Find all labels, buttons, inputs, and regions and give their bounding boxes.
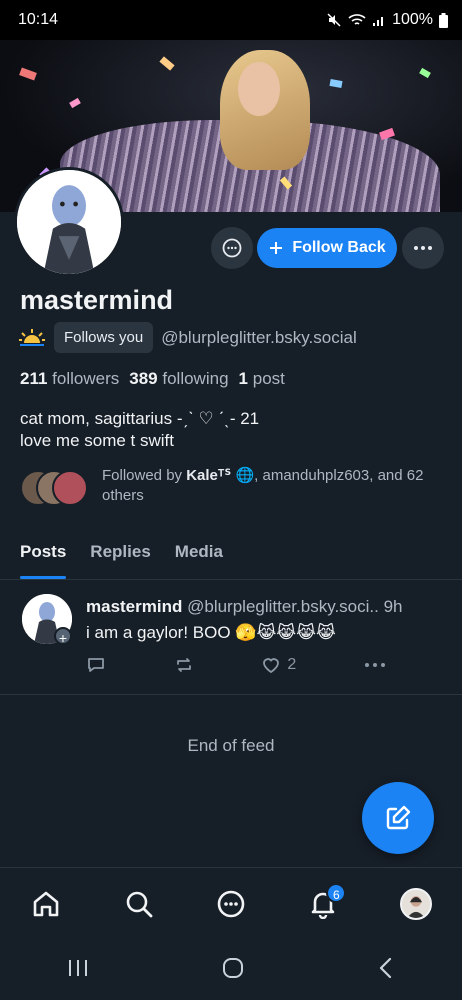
nav-search[interactable]: [114, 879, 164, 929]
chat-icon: [222, 238, 242, 258]
confetti: [329, 79, 343, 88]
more-icon: [414, 246, 432, 250]
follow-back-button[interactable]: Follow Back: [257, 228, 397, 268]
back-chevron-icon: [380, 957, 392, 978]
recents-button[interactable]: [67, 958, 89, 983]
message-button[interactable]: [211, 227, 253, 269]
search-icon: [126, 891, 152, 917]
sunrise-icon: [19, 328, 45, 346]
mute-icon: [327, 13, 341, 27]
like-count: 2: [287, 656, 297, 673]
feed-post[interactable]: + mastermind @blurpleglitter.bsky.soci..…: [0, 581, 462, 695]
banner-figure-face: [238, 62, 280, 116]
avatar-image: [17, 170, 121, 274]
post-more-button[interactable]: [364, 662, 386, 668]
heart-icon: [263, 658, 280, 674]
bio-line: cat mom, sagittarius -ˏˋ ♡ ˊˎ- 21: [20, 409, 260, 428]
reply-button[interactable]: [86, 655, 106, 675]
follows-you-badge: Follows you: [54, 322, 154, 353]
followed-by-avatars: [20, 466, 90, 506]
confetti: [159, 56, 175, 71]
android-nav-bar: [0, 940, 462, 1000]
followers-stat[interactable]: 211 followers: [20, 369, 119, 389]
post-text: i am a gaylor! BOO 🫣😹😹😹😹: [86, 623, 336, 642]
profile-bio: cat mom, sagittarius -ˏˋ ♡ ˊˎ- 21 love m…: [20, 408, 259, 452]
back-button[interactable]: [377, 957, 395, 984]
followed-by-text: Followed by Kaleᵀᔆ 🌐, amanduhplz603, and…: [102, 467, 424, 504]
confetti: [69, 97, 81, 109]
profile-handle: @blurpleglitter.bsky.social: [161, 327, 357, 347]
bio-line: love me some t swift: [20, 431, 174, 450]
post-actions: 2: [86, 655, 386, 675]
notification-badge: 6: [326, 882, 347, 903]
avatar: [399, 887, 432, 920]
follow-back-label: Follow Back: [292, 239, 386, 256]
end-of-feed: End of feed: [187, 736, 275, 755]
chat-icon: [217, 890, 245, 917]
avatar: [52, 470, 88, 506]
confetti: [419, 67, 431, 79]
post-time: 9h: [383, 597, 403, 616]
like-button[interactable]: 2: [261, 655, 296, 675]
battery-percent: 100%: [392, 11, 433, 28]
post-header: mastermind @blurpleglitter.bsky.soci.. 9…: [86, 597, 451, 617]
tab-posts[interactable]: Posts: [20, 530, 67, 579]
recents-icon: [68, 959, 87, 976]
post-handle[interactable]: @blurpleglitter.bsky.soci..: [187, 597, 379, 616]
reply-icon: [88, 658, 104, 672]
battery-icon: [439, 12, 448, 28]
home-icon: [33, 891, 59, 916]
tab-replies[interactable]: Replies: [90, 530, 150, 579]
post-author[interactable]: mastermind: [86, 597, 182, 616]
status-bar: 10:14 100%: [0, 0, 462, 40]
nav-profile[interactable]: [391, 879, 441, 929]
plus-icon: [270, 242, 283, 254]
status-time: 10:14: [18, 11, 59, 28]
signal-icon: [373, 17, 384, 26]
nav-notifications[interactable]: 6: [298, 879, 348, 929]
tab-media[interactable]: Media: [175, 530, 223, 579]
profile-stats: 211 followers 389 following 1 post: [20, 369, 285, 389]
bottom-nav: 6: [0, 867, 462, 939]
wifi-icon: [348, 14, 366, 25]
followed-by[interactable]: Followed by Kaleᵀᔆ 🌐, amanduhplz603, and…: [20, 466, 447, 506]
posts-stat: 1 post: [238, 369, 285, 388]
profile-avatar[interactable]: [14, 167, 124, 277]
confetti: [19, 67, 37, 81]
handle-row: Follows you @blurpleglitter.bsky.social: [18, 322, 357, 353]
repost-button[interactable]: [174, 655, 194, 675]
nav-home[interactable]: [21, 879, 71, 929]
compose-button[interactable]: [362, 782, 434, 854]
profile-tabs: Posts Replies Media: [0, 530, 462, 580]
display-name: mastermind: [20, 285, 174, 315]
more-options-button[interactable]: [402, 227, 444, 269]
nav-chat[interactable]: [206, 879, 256, 929]
following-stat[interactable]: 389 following: [129, 369, 228, 389]
compose-icon: [386, 805, 411, 830]
home-circle-icon: [222, 957, 243, 978]
status-icons: 100%: [326, 11, 448, 29]
add-follow-icon[interactable]: +: [54, 627, 72, 646]
more-icon: [364, 663, 385, 667]
home-system-button[interactable]: [222, 957, 244, 984]
repost-icon: [176, 658, 191, 672]
